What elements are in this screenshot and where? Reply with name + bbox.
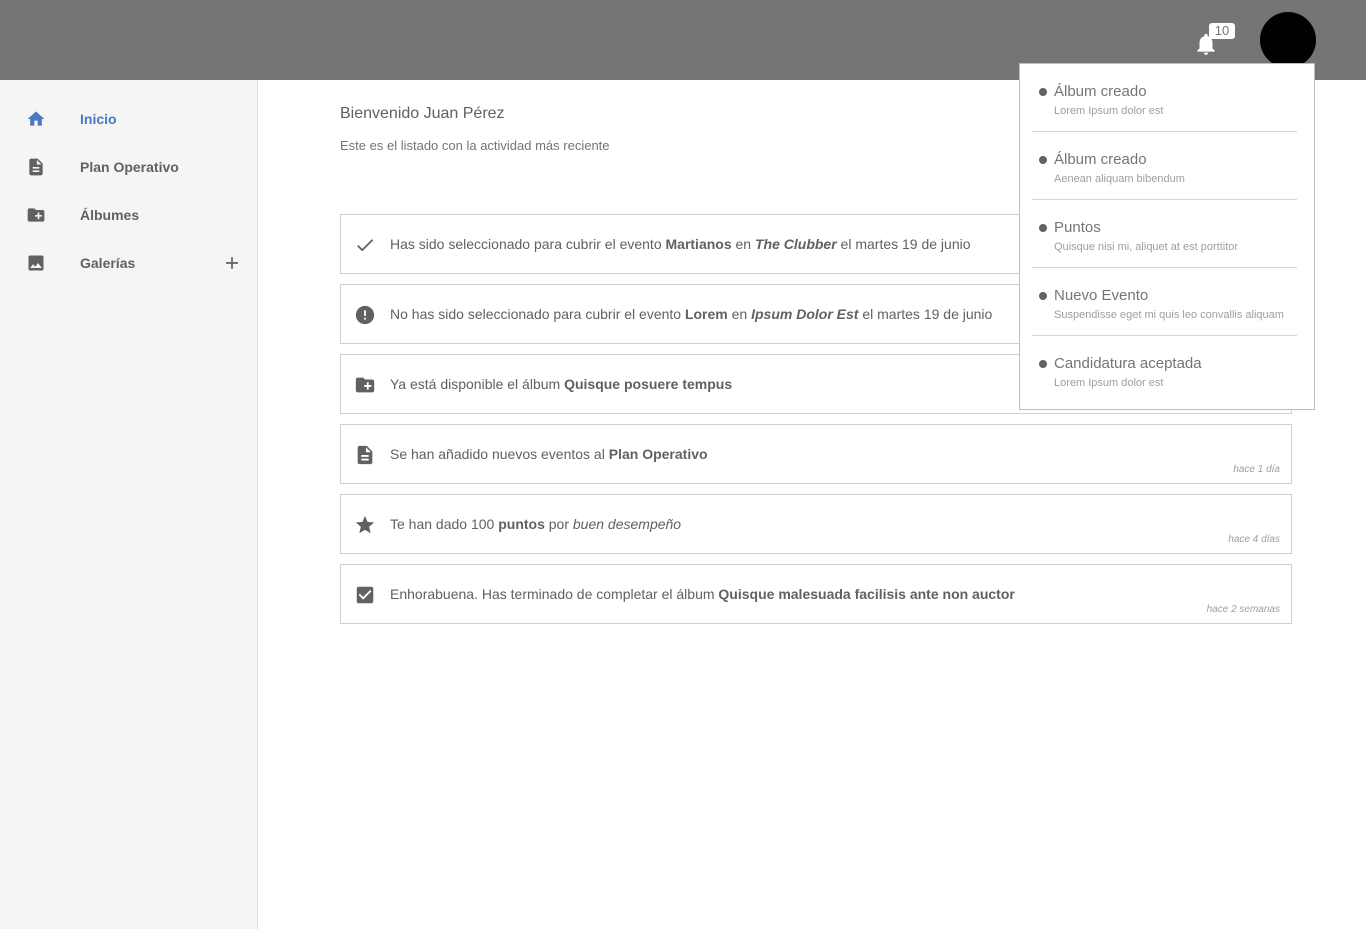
document-icon [354, 444, 376, 466]
unread-dot-icon [1039, 292, 1047, 300]
notification-title: Álbum creado [1054, 83, 1147, 100]
unread-dot-icon [1039, 360, 1047, 368]
activity-text: Te han dado 100 puntos por buen desempeñ… [390, 516, 682, 532]
expand-plus-icon[interactable] [222, 253, 242, 273]
sidebar-item-label: Álbumes [80, 207, 140, 223]
notification-item[interactable]: Nuevo Evento Suspendisse eget mi quis le… [1032, 268, 1297, 336]
check-icon [354, 234, 376, 256]
checkbox-icon [354, 584, 376, 606]
notification-description: Lorem Ipsum dolor est [1054, 377, 1164, 389]
sidebar-item-label: Plan Operativo [80, 159, 179, 175]
home-icon [26, 109, 46, 129]
sidebar-item-label: Galerías [80, 255, 136, 271]
welcome-heading: Bienvenido Juan Pérez [340, 105, 505, 122]
star-icon [354, 514, 376, 536]
notification-item[interactable]: Candidatura aceptada Lorem Ipsum dolor e… [1032, 336, 1297, 404]
activity-text: Ya está disponible el álbum Quisque posu… [390, 376, 733, 392]
folder-add-icon [26, 205, 46, 225]
activity-text: Se han añadido nuevos eventos al Plan Op… [390, 446, 708, 462]
activity-card[interactable]: Enhorabuena. Has terminado de completar … [340, 564, 1292, 624]
notification-count-badge: 10 [1209, 23, 1235, 39]
notification-title: Candidatura aceptada [1054, 355, 1202, 372]
image-icon [26, 253, 46, 273]
alert-circle-icon [354, 304, 376, 326]
folder-add-icon [354, 374, 376, 396]
activity-text: No has sido seleccionado para cubrir el … [390, 306, 993, 322]
notifications-dropdown: Álbum creado Lorem Ipsum dolor est Álbum… [1019, 63, 1315, 410]
sidebar-item-albumes[interactable]: Álbumes [0, 191, 257, 239]
notification-description: Aenean aliquam bibendum [1054, 173, 1185, 185]
document-icon [26, 157, 46, 177]
notification-title: Álbum creado [1054, 151, 1147, 168]
notification-description: Suspendisse eget mi quis leo convallis a… [1054, 309, 1284, 321]
notification-item[interactable]: Álbum creado Lorem Ipsum dolor est [1032, 64, 1297, 132]
page-subtitle: Este es el listado con la actividad más … [340, 138, 610, 153]
sidebar: Inicio Plan Operativo Álbumes Galerías [0, 80, 258, 929]
unread-dot-icon [1039, 224, 1047, 232]
sidebar-item-label: Inicio [80, 111, 117, 127]
notification-description: Quisque nisi mi, aliquet at est porttito… [1054, 241, 1239, 253]
activity-timestamp: hace 1 día [1233, 464, 1280, 475]
notification-title: Puntos [1054, 219, 1101, 236]
sidebar-item-inicio[interactable]: Inicio [0, 95, 257, 143]
sidebar-item-galerias[interactable]: Galerías [0, 239, 257, 287]
activity-text: Has sido seleccionado para cubrir el eve… [390, 236, 971, 252]
activity-card[interactable]: Te han dado 100 puntos por buen desempeñ… [340, 494, 1292, 554]
notification-item[interactable]: Álbum creado Aenean aliquam bibendum [1032, 132, 1297, 200]
activity-timestamp: hace 4 días [1228, 534, 1280, 545]
user-avatar[interactable] [1260, 12, 1316, 68]
notification-title: Nuevo Evento [1054, 287, 1149, 304]
activity-card[interactable]: Se han añadido nuevos eventos al Plan Op… [340, 424, 1292, 484]
notification-item[interactable]: Puntos Quisque nisi mi, aliquet at est p… [1032, 200, 1297, 268]
unread-dot-icon [1039, 156, 1047, 164]
activity-text: Enhorabuena. Has terminado de completar … [390, 586, 1015, 602]
notification-description: Lorem Ipsum dolor est [1054, 105, 1164, 117]
activity-timestamp: hace 2 semanas [1206, 604, 1280, 615]
unread-dot-icon [1039, 88, 1047, 96]
sidebar-item-plan-operativo[interactable]: Plan Operativo [0, 143, 257, 191]
